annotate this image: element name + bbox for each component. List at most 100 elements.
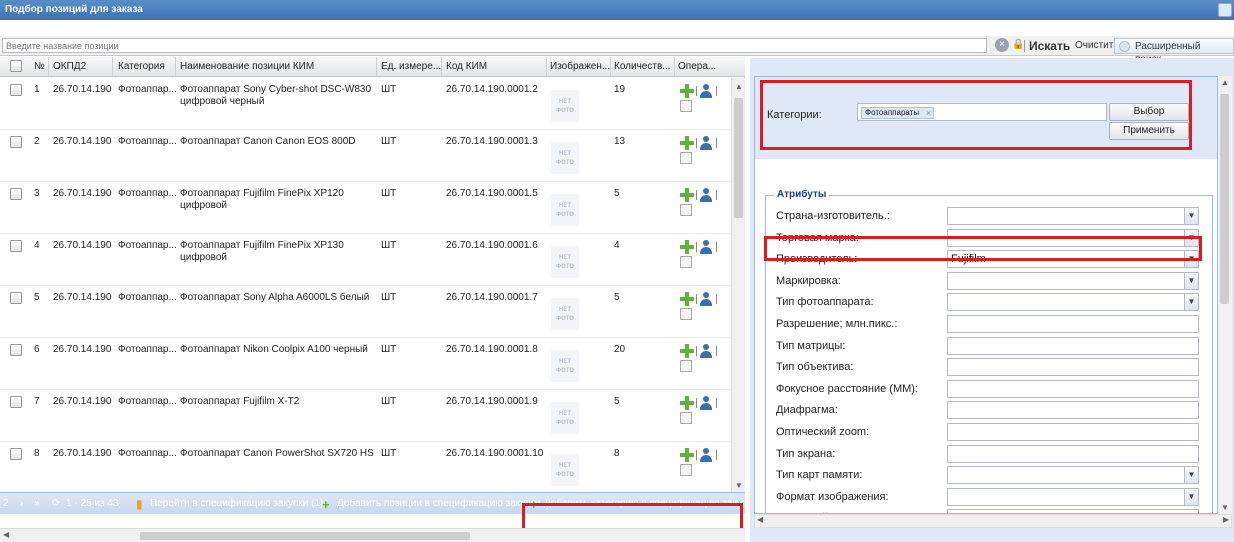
add-positions-link[interactable]: Добавить позиции в спецификацию закупки [337,498,541,509]
user-icon[interactable] [699,84,713,98]
attribute-input[interactable] [947,444,1199,463]
row-select-checkbox[interactable] [10,344,22,356]
table-row[interactable]: 4 26.70.14.190 Фотоаппар... ШТ 26.70.14.190.… [0,234,731,286]
document-icon[interactable] [680,360,692,372]
user-icon[interactable] [699,396,713,410]
col-code[interactable]: Код КИМ [446,61,487,72]
chevron-down-icon[interactable]: ▼ [1184,272,1198,289]
col-image[interactable]: Изображен... [550,61,610,72]
col-quantity[interactable]: Количеств... [614,61,671,72]
row-checkbox[interactable] [10,240,22,255]
panel-scroll-down-icon[interactable]: ▼ [1221,503,1229,512]
col-okpd[interactable]: ОКПД2 [53,61,86,72]
last-page-icon[interactable]: » [34,498,40,509]
clear-button[interactable]: Очистить [1075,40,1119,51]
advanced-search-button[interactable]: Расширенный поиск [1114,38,1234,65]
user-icon[interactable] [699,136,713,150]
attribute-input[interactable] [947,379,1199,398]
document-icon[interactable] [680,256,692,268]
chevron-down-icon[interactable]: ▼ [1184,488,1198,505]
user-icon[interactable] [699,240,713,254]
search-button[interactable]: Искать [1029,39,1070,53]
document-icon[interactable] [680,464,692,476]
add-plus-icon[interactable] [680,344,694,358]
scroll-thumb[interactable] [734,98,743,218]
add-plus-icon[interactable] [680,292,694,306]
panel-scroll-left-icon[interactable]: ◀ [757,515,763,524]
attribute-select[interactable]: ▼ [947,271,1199,290]
add-plus-icon[interactable] [680,448,694,462]
search-input[interactable] [2,38,987,53]
attribute-select[interactable]: ▼ [947,293,1199,312]
attribute-input[interactable] [947,401,1199,420]
clear-search-icon[interactable]: × [995,38,1009,52]
panel-scroll-right-icon[interactable]: ▶ [1223,515,1229,524]
add-plus-icon[interactable] [680,240,694,254]
col-category[interactable]: Категория [118,61,165,72]
row-select-checkbox[interactable] [10,396,22,408]
table-row[interactable]: 6 26.70.14.190 Фотоаппар... ШТ 26.70.14.190.… [0,338,731,390]
panel-vertical-scrollbar[interactable]: ▲ ▼ [1218,76,1232,514]
row-select-checkbox[interactable] [10,240,22,252]
scroll-left-icon[interactable]: ◀ [3,530,9,539]
user-icon[interactable] [699,292,713,306]
add-plus-icon[interactable] [680,84,694,98]
row-checkbox[interactable] [10,292,22,307]
attribute-input[interactable] [947,336,1199,355]
chevron-down-icon[interactable]: ▼ [1184,294,1198,311]
row-checkbox[interactable] [10,396,22,411]
attribute-input[interactable] [947,315,1199,333]
document-icon[interactable] [680,152,692,164]
col-operations[interactable]: Опера... [678,61,716,72]
panel-horizontal-scrollbar[interactable]: ◀ ▶ [754,514,1232,528]
user-icon[interactable] [699,344,713,358]
attribute-select[interactable]: ▼ [947,487,1199,506]
goto-spec-link[interactable]: Перейти в спецификацию закупки (1) [150,498,323,509]
col-name[interactable]: Наименование позиции КИМ [180,61,314,72]
attribute-input[interactable] [947,423,1199,441]
grid-horizontal-scrollbar[interactable]: ◀ [0,528,745,542]
table-row[interactable]: 8 26.70.14.190 Фотоаппар... ШТ 26.70.14.190.… [0,442,731,492]
document-icon[interactable] [680,100,692,112]
select-all-checkbox[interactable] [10,60,22,72]
chevron-down-icon[interactable]: ▼ [1184,208,1198,224]
scroll-up-icon[interactable]: ▲ [735,82,743,91]
add-plus-icon[interactable] [680,136,694,150]
scroll-down-icon[interactable]: ▼ [735,481,743,490]
panel-scroll-up-icon[interactable]: ▲ [1221,78,1229,87]
attribute-select[interactable]: ▼ [947,207,1199,225]
row-checkbox[interactable] [10,448,22,463]
row-checkbox[interactable] [10,136,22,151]
table-row[interactable]: 1 26.70.14.190 Фотоаппар... ШТ 26.70.14.190.… [0,78,731,130]
page-number[interactable]: 2 [3,498,9,509]
row-checkbox[interactable] [10,188,22,203]
lock-icon[interactable]: 🔒 [1012,39,1024,50]
col-num[interactable]: № [34,61,45,72]
row-checkbox[interactable] [10,344,22,359]
add-plus-icon[interactable] [680,396,694,410]
table-row[interactable]: 7 26.70.14.190 Фотоаппар... ШТ 26.70.14.190.… [0,390,731,442]
attribute-input[interactable] [947,358,1199,377]
document-icon[interactable] [680,412,692,424]
col-unit[interactable]: Ед. измере... [381,61,441,72]
table-row[interactable]: 5 26.70.14.190 Фотоаппар... ШТ 26.70.14.190.… [0,286,731,338]
row-checkbox[interactable] [10,84,22,99]
panel-scroll-thumb[interactable] [1220,94,1229,304]
user-icon[interactable] [699,188,713,202]
row-select-checkbox[interactable] [10,136,22,148]
window-menu-icon[interactable] [1218,3,1232,17]
refresh-icon[interactable]: ⟳ [52,498,60,509]
row-select-checkbox[interactable] [10,448,22,460]
table-row[interactable]: 3 26.70.14.190 Фотоаппар... ШТ 26.70.14.190.… [0,182,731,234]
table-row[interactable]: 2 26.70.14.190 Фотоаппар... ШТ 26.70.14.190.… [0,130,731,182]
next-page-icon[interactable]: › [20,498,23,509]
row-select-checkbox[interactable] [10,188,22,200]
add-plus-icon[interactable] [680,188,694,202]
document-icon[interactable] [680,204,692,216]
hscroll-thumb[interactable] [140,532,470,540]
chevron-down-icon[interactable]: ▼ [1184,467,1198,484]
user-icon[interactable] [699,448,713,462]
attribute-select[interactable]: ▼ [947,466,1199,485]
row-select-checkbox[interactable] [10,292,22,304]
grid-vertical-scrollbar[interactable]: ▲ ▼ [731,78,745,492]
